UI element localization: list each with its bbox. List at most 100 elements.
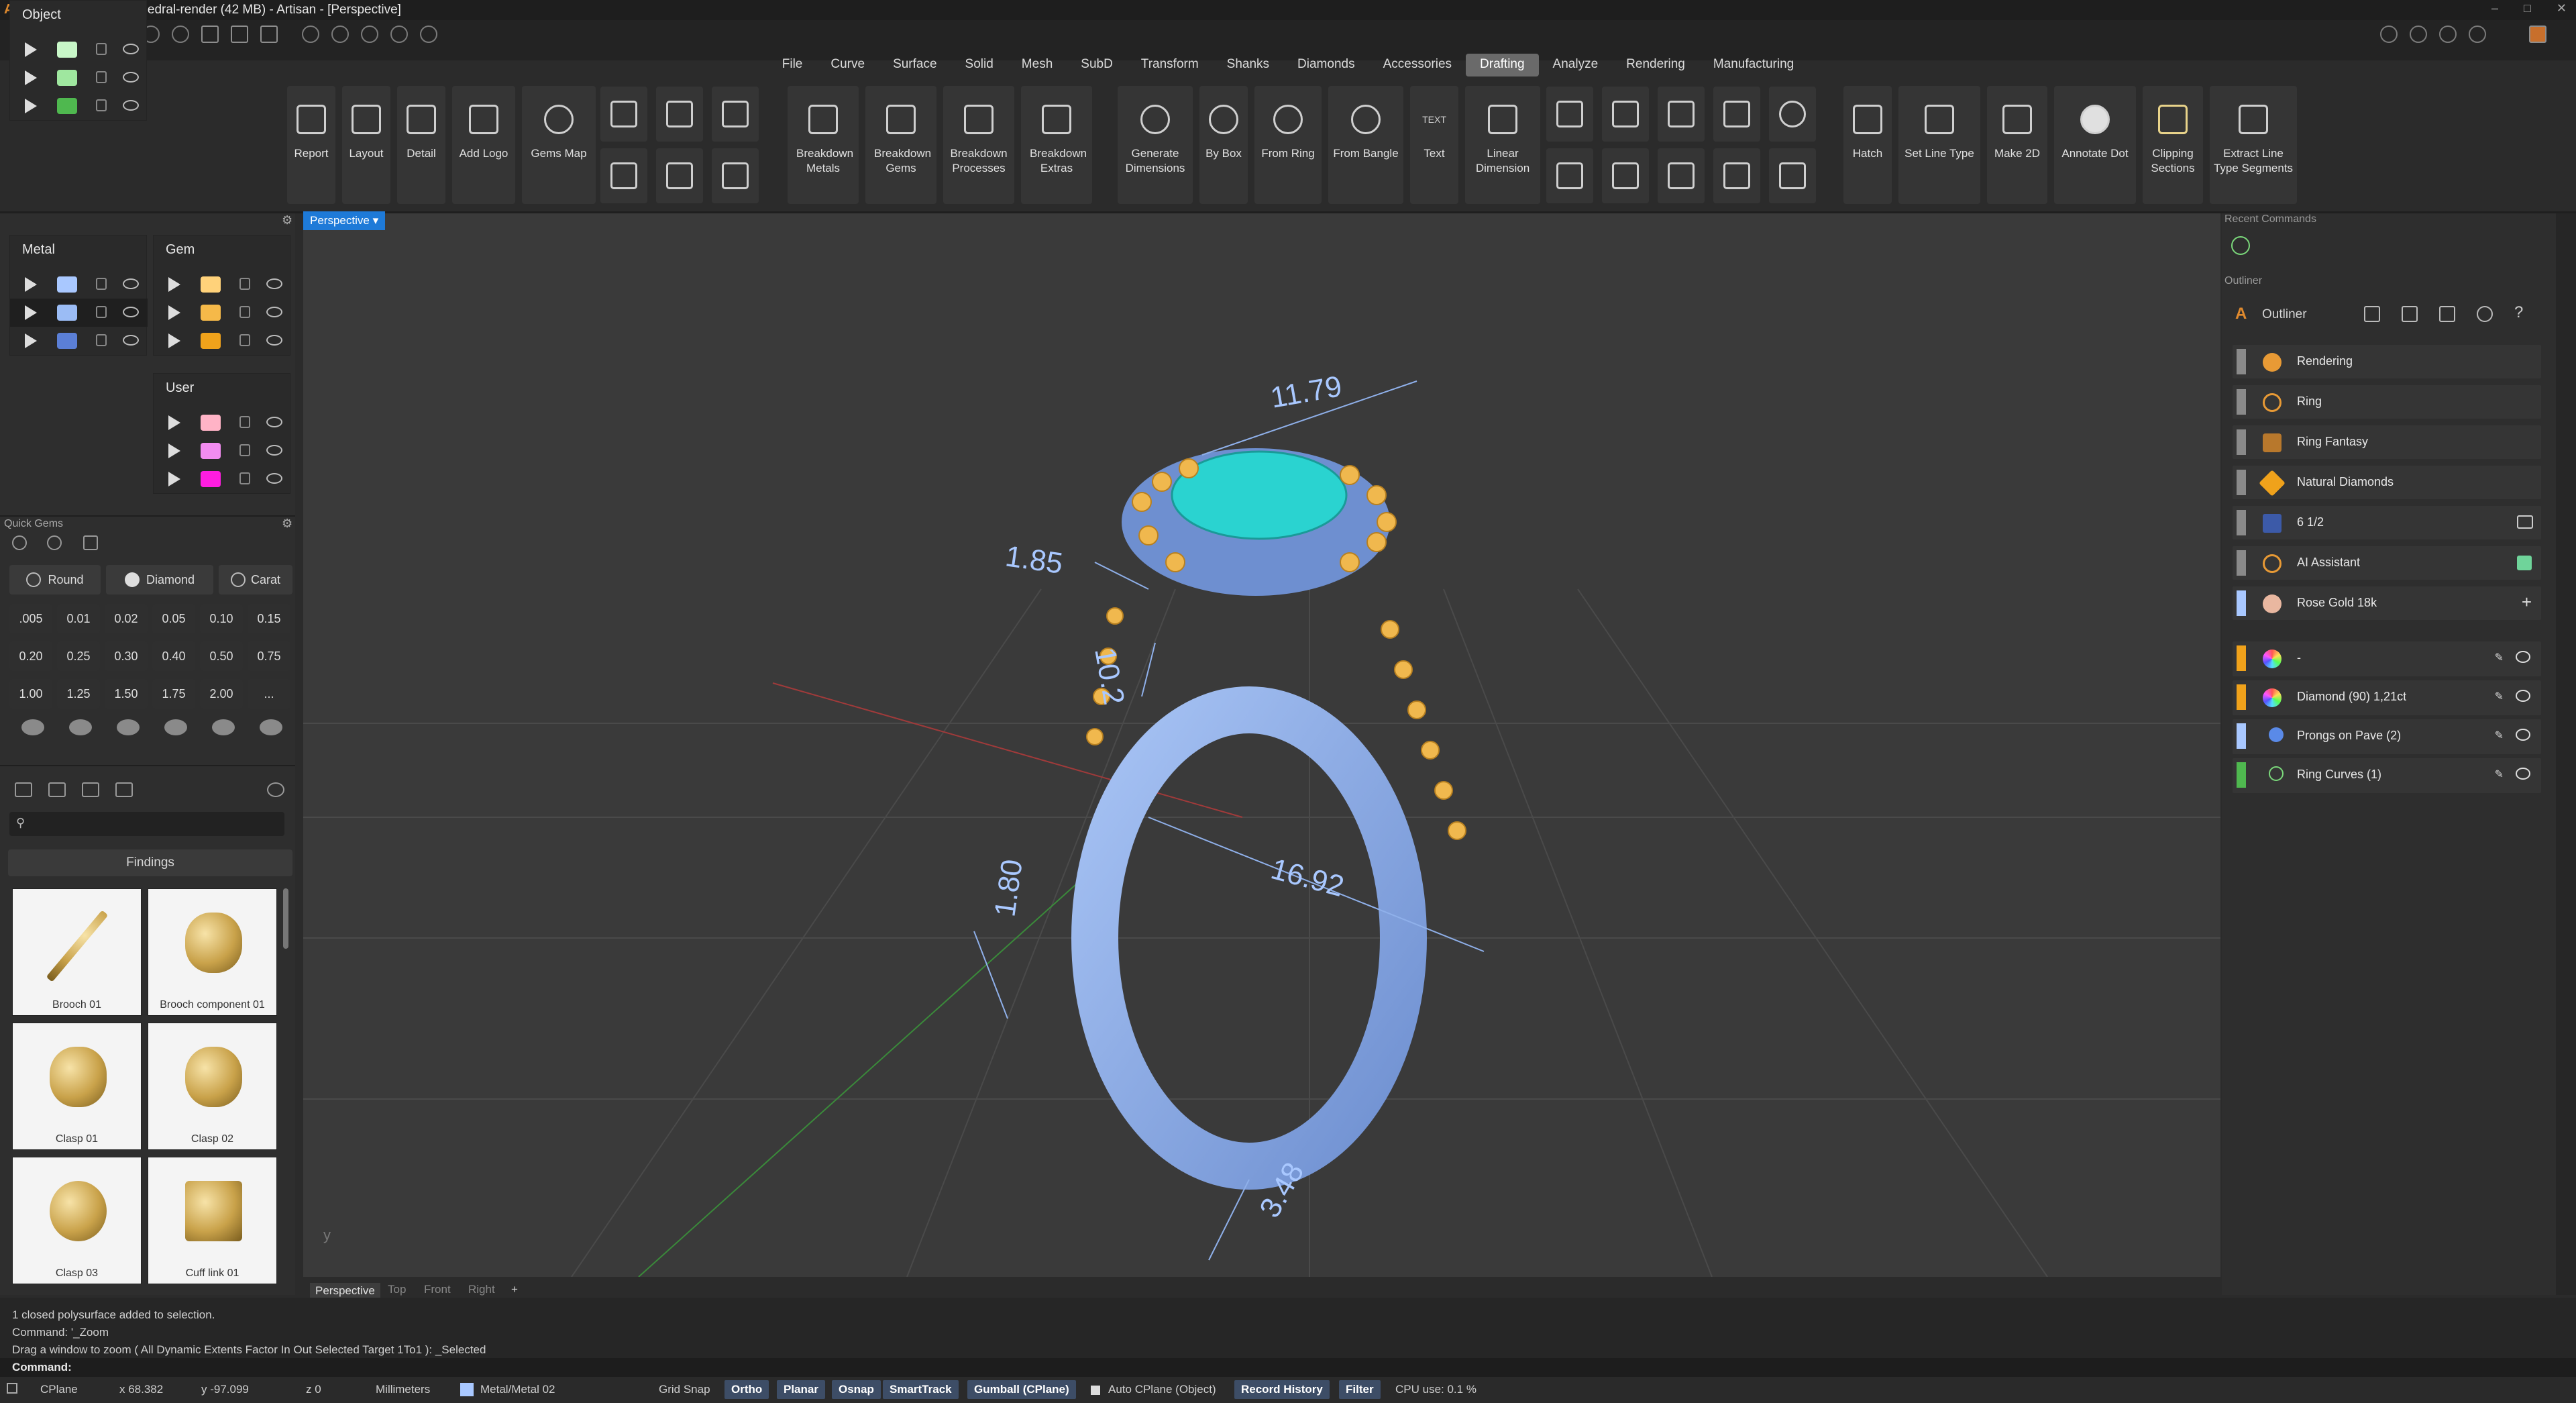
gem-size-button[interactable]: 0.40 [152,641,195,671]
close-icon[interactable]: ✕ [2557,1,2567,15]
gem-shape-dropdown[interactable]: Round [9,565,101,594]
tab-front[interactable]: Front [424,1283,451,1296]
library-item[interactable]: Cuff link 01 [148,1157,277,1284]
tab-subd[interactable]: SubD [1067,54,1127,76]
osnap-toggle[interactable]: Osnap [832,1380,881,1399]
lock-icon[interactable] [96,278,107,290]
filter-toggle[interactable]: Filter [1339,1380,1381,1399]
gumball-icon[interactable] [361,25,378,43]
eye-icon[interactable] [123,100,139,111]
gem-size-button[interactable]: 0.25 [57,641,100,671]
add-icon[interactable]: + [2522,592,2532,613]
edit-pen-icon[interactable] [2364,306,2380,322]
current-layer[interactable]: Metal/Metal 02 [480,1383,555,1396]
save-icon[interactable] [201,25,219,43]
tab-manufacturing[interactable]: Manufacturing [1699,54,1808,76]
settings-icon[interactable] [2469,25,2486,43]
gem-size-button[interactable]: 1.75 [152,679,195,709]
tab-transform[interactable]: Transform [1127,54,1213,76]
snap-icon[interactable] [390,25,408,43]
tab-solid[interactable]: Solid [951,54,1008,76]
gem-size-button[interactable]: 0.15 [248,604,290,633]
layer-color-swatch[interactable] [57,98,77,114]
gem-size-button[interactable]: 0.01 [57,604,100,633]
play-icon[interactable] [168,444,180,458]
annotate-dot-button[interactable]: Annotate Dot [2054,86,2136,204]
play-icon[interactable] [25,42,37,57]
tab-curve[interactable]: Curve [816,54,879,76]
breakdown-processes-button[interactable]: Breakdown Processes [943,86,1014,204]
eye-icon[interactable] [123,44,139,54]
gems-map-button[interactable]: Gems Map [522,86,596,204]
panel-toggle-icon[interactable] [7,1383,17,1394]
outliner-item-natural-diamonds[interactable]: Natural Diamonds [2233,466,2541,499]
from-bangle-button[interactable]: From Bangle [1328,86,1403,204]
from-ring-button[interactable]: From Ring [1254,86,1322,204]
outliner-item-ring[interactable]: Ring [2233,385,2541,419]
lock-icon[interactable] [96,71,107,83]
gem-material-dropdown[interactable]: Diamond [106,565,213,594]
eye-icon[interactable] [266,307,282,317]
help-icon[interactable]: ? [2514,303,2523,322]
tab-top[interactable]: Top [388,1283,406,1296]
play-icon[interactable] [25,99,37,113]
library-image-icon[interactable] [82,782,99,797]
eye-icon[interactable] [123,278,139,289]
eye-icon[interactable] [2516,651,2530,663]
gem-size-button[interactable]: .005 [9,604,52,633]
layer-row[interactable] [10,327,148,355]
pencil-icon[interactable]: ✎ [2495,729,2504,742]
library-folder-icon[interactable] [15,782,32,797]
lock-icon[interactable] [96,334,107,346]
checklist-button[interactable] [600,87,647,142]
angle-45-button[interactable] [1658,87,1705,142]
pencil-icon[interactable] [2439,306,2455,322]
arc-dim-button[interactable] [1713,87,1760,142]
breakdown-metals-button[interactable]: Breakdown Metals [788,86,859,204]
gem-size-button[interactable]: 0.05 [152,604,195,633]
gem-size-button[interactable]: 0.50 [200,641,243,671]
chevron-down-icon[interactable]: ▾ [373,214,379,227]
breakdown-gems-button[interactable]: Breakdown Gems [865,86,936,204]
text-button[interactable]: TEXT Text [1410,86,1458,204]
gumball-toggle[interactable]: Gumball (CPlane) [967,1380,1076,1399]
outliner-item-ring-fantasy[interactable]: Ring Fantasy [2233,425,2541,459]
refresh-icon[interactable] [2477,306,2493,322]
pencil-icon[interactable]: ✎ [2495,651,2504,664]
save-as-icon[interactable] [231,25,248,43]
play-icon[interactable] [168,305,180,320]
tab-shanks[interactable]: Shanks [1213,54,1283,76]
layer-row[interactable] [154,299,291,327]
layer-color-swatch[interactable] [201,471,221,487]
layer-row[interactable] [154,437,291,465]
gem-cut-icon[interactable] [21,719,44,735]
clipping-sections-button[interactable]: Clipping Sections [2143,86,2203,204]
extract-line-type-segments-button[interactable]: Extract Line Type Segments [2210,86,2297,204]
diameter-dim-button[interactable] [1769,87,1816,142]
pencil-icon[interactable]: ✎ [2495,768,2504,781]
play-icon[interactable] [168,333,180,348]
eye-icon[interactable] [266,473,282,484]
tab-file[interactable]: File [768,54,817,76]
layer-color-swatch[interactable] [201,305,221,321]
scale-icon[interactable] [2402,306,2418,322]
generate-dimensions-button[interactable]: Generate Dimensions [1118,86,1193,204]
gem-size-button[interactable]: 0.10 [200,604,243,633]
viewport-title-tab[interactable]: Perspective ▾ [303,211,386,230]
outliner-item-rendering[interactable]: Rendering [2233,345,2541,378]
lock-icon[interactable] [239,472,250,484]
outliner-item-ring-size[interactable]: 6 1/2 [2233,506,2541,539]
lock-icon[interactable] [239,416,250,428]
cplane-label[interactable]: CPlane [40,1383,78,1396]
gem-size-button[interactable]: 1.25 [57,679,100,709]
gem-unit-dropdown[interactable]: Carat [219,565,292,594]
leader-button[interactable] [1658,148,1705,203]
outliner-object-row[interactable]: - ✎ [2233,641,2541,676]
gem-size-button[interactable]: 0.02 [105,604,148,633]
add-viewport-icon[interactable]: + [511,1283,518,1296]
eye-icon[interactable] [123,335,139,346]
eye-icon[interactable] [123,307,139,317]
report-button[interactable]: Report [287,86,335,204]
layer-row[interactable] [154,270,291,299]
redo-icon[interactable] [172,25,189,43]
